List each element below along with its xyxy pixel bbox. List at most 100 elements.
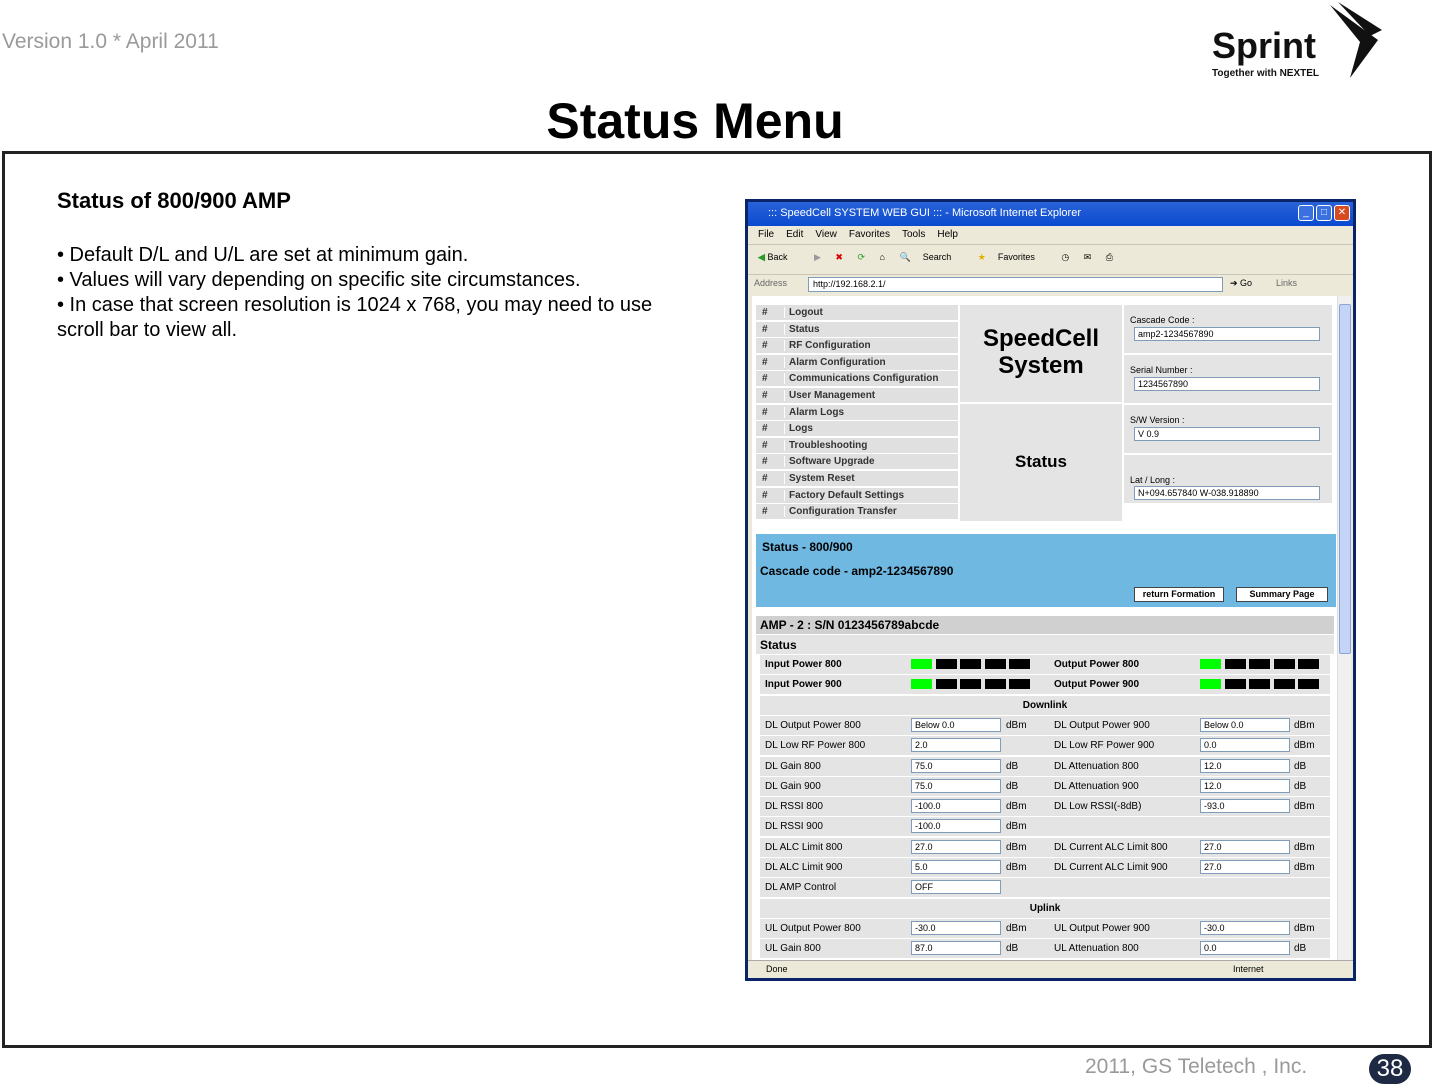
unit-label: dBm [1294,719,1315,731]
led-label: Input Power 800 [765,659,842,670]
level-led [935,679,957,690]
led-row: Input Power 900 Output Power 900 [760,675,1330,695]
value-field[interactable]: 5.0 [911,860,1001,874]
close-button[interactable]: ✕ [1334,205,1350,221]
return-formation-button[interactable]: return Formation [1134,587,1224,602]
search-button[interactable]: 🔍 Search [899,252,963,262]
value-field[interactable]: 75.0 [911,758,1001,773]
nav-item-logs[interactable]: # Logs [756,421,958,438]
summary-page-button[interactable]: Summary Page [1236,587,1328,602]
value-field[interactable]: Below 0.0 [911,717,1001,732]
value-field[interactable]: 12.0 [1200,778,1290,793]
nav-item-troubleshooting[interactable]: # Troubleshooting [756,437,958,454]
minimize-button[interactable]: _ [1298,205,1314,221]
nav-item-status[interactable]: # Status [756,321,958,338]
search-icon: 🔍 [899,252,911,262]
value-field[interactable]: 75.0 [911,778,1001,793]
info-field[interactable]: amp2-1234567890 [1134,327,1320,341]
bullet: • Values will vary depending on specific… [57,269,581,291]
nav-item-rf-configuration[interactable]: # RF Configuration [756,338,958,355]
unit-label: dBm [1006,922,1027,934]
nav-item-user-management[interactable]: # User Management [756,388,958,404]
menu-favorites[interactable]: Favorites [849,229,890,240]
nav-item-alarm-logs[interactable]: # Alarm Logs [756,404,958,421]
back-button[interactable]: ◀ Back [758,252,799,262]
menu-view[interactable]: View [815,229,837,240]
unit-label: dBm [1294,801,1315,813]
row-label: DL RSSI 900 [765,821,823,833]
menu-bar: File Edit View Favorites Tools Help [748,226,1353,245]
nav-item-software-upgrade[interactable]: # Software Upgrade [756,454,958,471]
nav-label: Software Upgrade [784,456,875,468]
level-led [1224,679,1246,690]
page-title: Status Menu [546,93,844,149]
value-field[interactable]: -100.0 [911,799,1001,814]
nav-hash: # [762,340,768,352]
value-field[interactable]: -30.0 [911,920,1001,935]
scrollbar[interactable] [1337,296,1351,960]
print-icon[interactable]: ⎙ [1106,252,1113,262]
info-cell: Lat / Long : N+094.657840 W-038.918890 [1124,455,1332,503]
svg-text:Together with NEXTEL: Together with NEXTEL [1212,68,1319,79]
row-label: DL Output Power 900 [1054,719,1150,731]
nav-item-communications-configuration[interactable]: # Communications Configuration [756,371,958,388]
nav-item-alarm-configuration[interactable]: # Alarm Configuration [756,354,958,371]
favorites-button[interactable]: ★ Favorites [978,252,1047,262]
scroll-thumb[interactable] [1339,304,1351,654]
refresh-icon[interactable]: ⟳ [857,252,865,262]
info-field[interactable]: 1234567890 [1134,377,1320,391]
value-field[interactable]: 12.0 [1200,758,1290,773]
stop-icon[interactable]: ✖ [835,252,843,262]
sprint-logo: Sprint Together with NEXTEL [1210,0,1390,82]
level-led [1249,679,1270,690]
level-led [1009,659,1030,669]
value-field[interactable]: OFF [911,880,1001,895]
bullet: • In case that screen resolution is 1024… [57,294,653,341]
nav-label: System Reset [784,473,855,484]
value-field[interactable]: 27.0 [1200,860,1290,874]
browser-window: ::: SpeedCell SYSTEM WEB GUI ::: - Micro… [745,199,1356,981]
value-field[interactable]: 0.0 [1200,941,1290,956]
level-led [1249,659,1270,669]
menu-file[interactable]: File [758,229,774,240]
mail-icon[interactable]: ✉ [1084,252,1092,262]
value-field[interactable]: 27.0 [911,839,1001,854]
nav-item-system-reset[interactable]: # System Reset [756,471,958,487]
value-field[interactable]: 2.0 [911,738,1001,753]
value-field[interactable]: -93.0 [1200,799,1290,814]
nav-item-logout[interactable]: # Logout [756,305,958,321]
value-field[interactable]: 27.0 [1200,839,1290,854]
cascade-code: Cascade code - amp2-1234567890 [760,564,954,578]
go-button[interactable]: ➔ Go [1230,278,1252,289]
maximize-button[interactable]: □ [1316,205,1332,221]
links-button[interactable]: Links [1276,278,1297,288]
info-field[interactable]: V 0.9 [1134,427,1320,441]
value-field[interactable]: -100.0 [911,819,1001,834]
nav-label: Configuration Transfer [784,506,897,518]
menu-help[interactable]: Help [937,229,958,240]
row-label: DL Current ALC Limit 900 [1054,862,1168,873]
nav-hash: # [762,356,768,368]
value-field[interactable]: -30.0 [1200,920,1290,935]
nav-item-factory-default-settings[interactable]: # Factory Default Settings [756,487,958,504]
nav-label: RF Configuration [784,340,871,352]
menu-tools[interactable]: Tools [902,229,925,240]
nav-item-configuration-transfer[interactable]: # Configuration Transfer [756,504,958,521]
address-input[interactable]: http://192.168.2.1/ [808,277,1223,292]
value-field[interactable]: 87.0 [911,941,1001,956]
copyright: 2011, GS Teletech , Inc. [1085,1055,1308,1078]
level-led [1298,679,1319,690]
row-label: DL Output Power 800 [765,719,861,731]
table-row: DL RSSI 800 -100.0 dBm DL Low RSSI(-8dB) -93… [760,797,1330,817]
menu-edit[interactable]: Edit [786,229,803,240]
home-icon[interactable]: ⌂ [880,252,885,262]
led-label: Output Power 800 [1054,659,1140,670]
unit-label: dB [1294,760,1307,772]
history-icon[interactable]: ◷ [1061,252,1069,262]
info-field[interactable]: N+094.657840 W-038.918890 [1134,486,1320,500]
value-field[interactable]: 0.0 [1200,738,1290,753]
value-field[interactable]: Below 0.0 [1200,717,1290,732]
forward-icon[interactable]: ▶ [814,252,821,262]
row-label: DL Gain 900 [765,780,821,792]
unit-label: dBm [1294,740,1315,752]
